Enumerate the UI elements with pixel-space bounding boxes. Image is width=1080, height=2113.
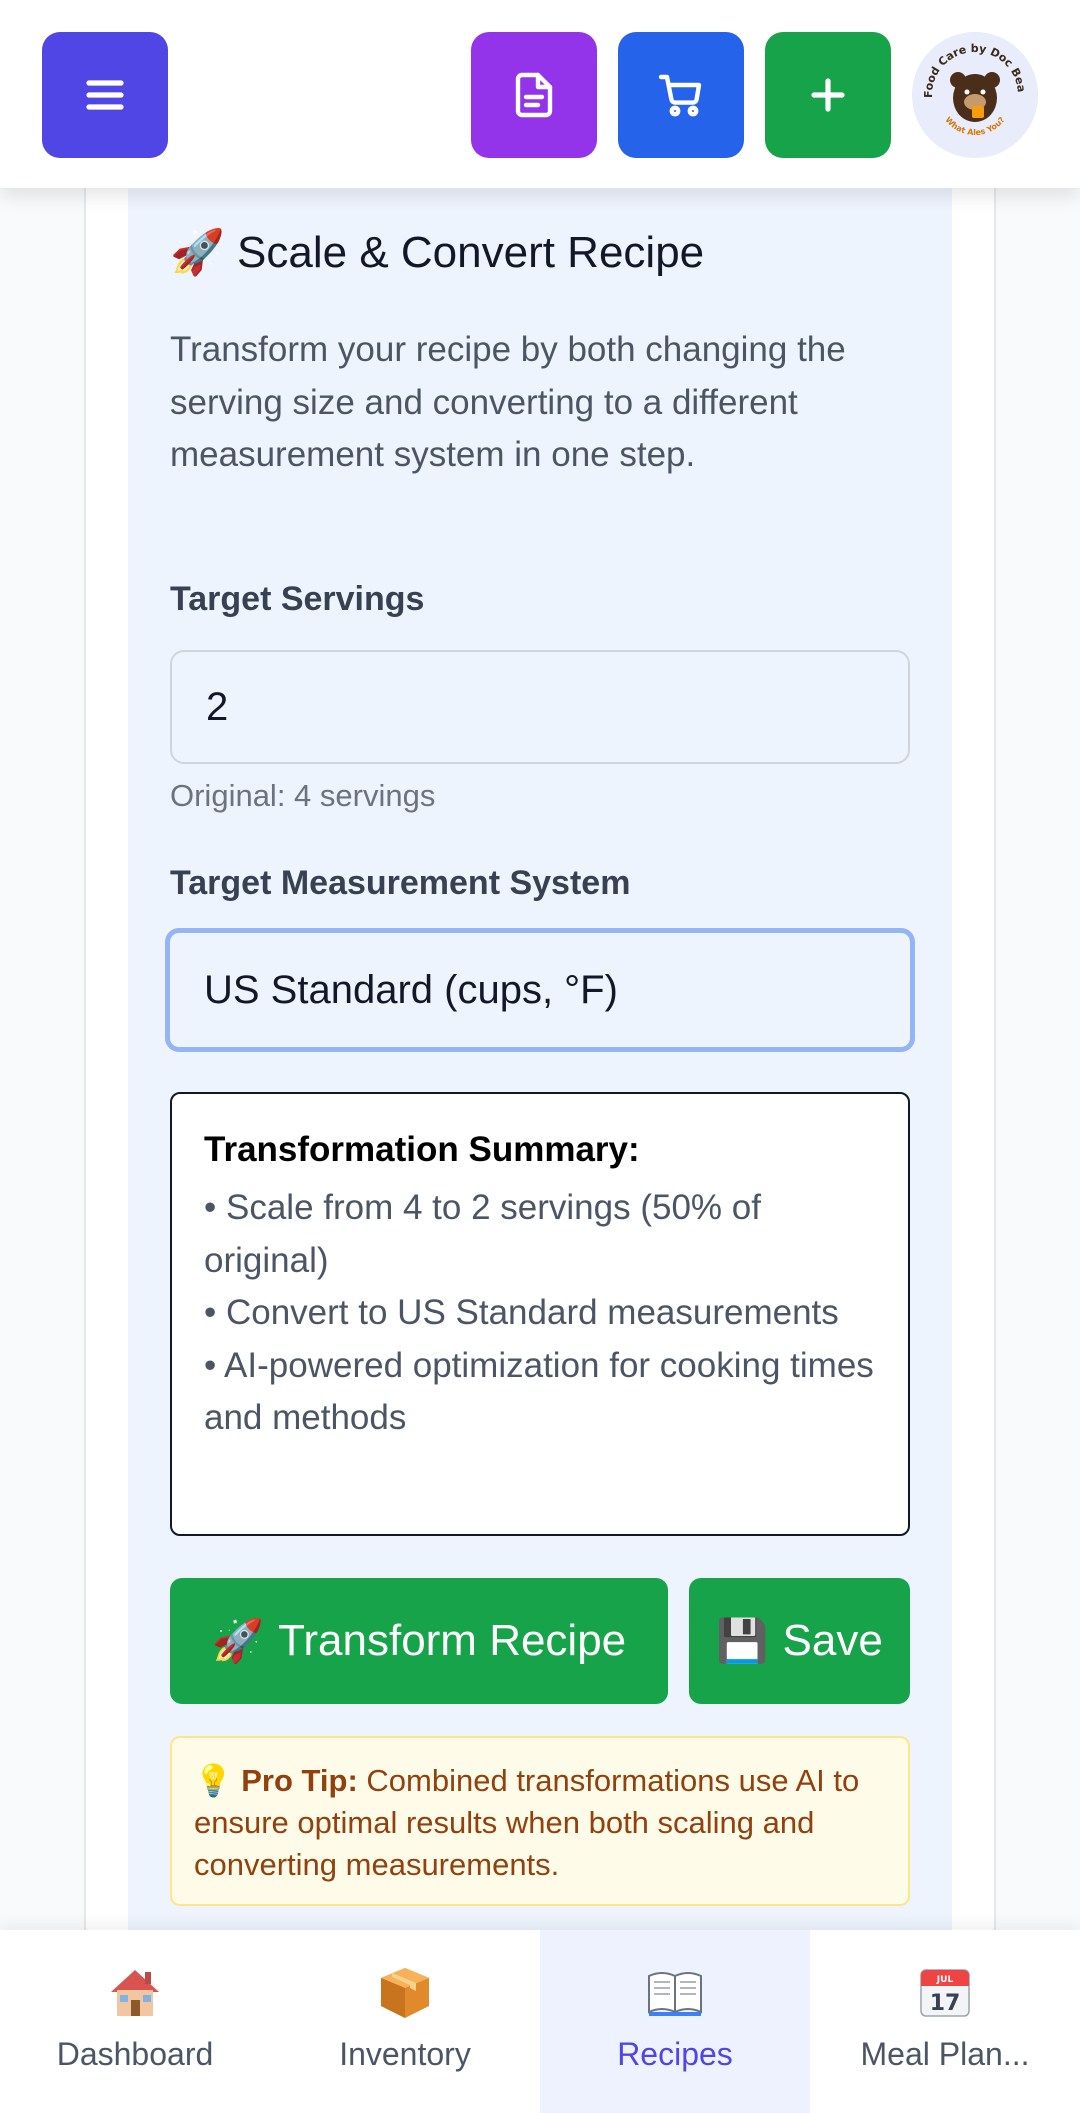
- nav-label-recipes: Recipes: [617, 2036, 733, 2072]
- plus-icon: [811, 78, 845, 112]
- open-book-icon: [645, 1962, 705, 2022]
- target-servings-label: Target Servings: [170, 580, 425, 618]
- nav-item-dashboard[interactable]: Dashboard: [0, 1930, 270, 2113]
- document-button[interactable]: [471, 32, 597, 158]
- top-header: Food Care by Doc Bear What Ales You?: [0, 0, 1080, 188]
- package-icon: [375, 1962, 435, 2022]
- hamburger-icon: [86, 80, 124, 110]
- summary-item-ai: • AI-powered optimization for cooking ti…: [204, 1345, 874, 1438]
- save-label: Save: [782, 1616, 883, 1665]
- summary-item-convert: • Convert to US Standard measurements: [204, 1293, 839, 1332]
- measurement-system-select[interactable]: US Standard (cups, °F): [165, 928, 915, 1052]
- pro-tip-box: 💡 Pro Tip: Combined transformations use …: [170, 1736, 910, 1906]
- rocket-icon: 🚀: [170, 228, 225, 277]
- floppy-disk-icon: 💾: [716, 1616, 769, 1664]
- nav-item-meal-plan[interactable]: JUL 17 Meal Plan...: [810, 1930, 1080, 2113]
- summary-title: Transformation Summary:: [204, 1130, 640, 1169]
- cart-button[interactable]: [618, 32, 744, 158]
- lightbulb-icon: 💡: [194, 1763, 233, 1798]
- rocket-icon: 🚀: [211, 1616, 265, 1664]
- measurement-system-label: Target Measurement System: [170, 864, 631, 902]
- save-button[interactable]: 💾 Save: [689, 1578, 910, 1704]
- nav-label-dashboard: Dashboard: [56, 2036, 214, 2072]
- section-title: 🚀 Scale & Convert Recipe: [170, 226, 704, 278]
- section-description: Transform your recipe by both changing t…: [170, 330, 846, 474]
- calendar-day: 17: [930, 1991, 961, 2016]
- house-icon: [105, 1962, 165, 2022]
- original-servings-hint: Original: 4 servings: [170, 778, 436, 813]
- add-button[interactable]: [765, 32, 891, 158]
- app-logo-avatar[interactable]: Food Care by Doc Bear What Ales You?: [912, 32, 1038, 158]
- document-icon: [515, 72, 553, 118]
- transform-recipe-button[interactable]: 🚀 Transform Recipe: [170, 1578, 668, 1704]
- transform-recipe-label: Transform Recipe: [278, 1616, 627, 1665]
- target-servings-input[interactable]: 2: [170, 650, 910, 764]
- menu-button[interactable]: [42, 32, 168, 158]
- calendar-icon: JUL 17: [915, 1962, 975, 2022]
- nav-label-meal-plan: Meal Plan...: [860, 2036, 1030, 2072]
- transformation-summary: Transformation Summary: • Scale from 4 t…: [170, 1092, 910, 1536]
- summary-item-scale: • Scale from 4 to 2 servings (50% of ori…: [204, 1188, 761, 1280]
- nav-item-inventory[interactable]: Inventory: [270, 1930, 540, 2113]
- pro-tip-label: Pro Tip:: [241, 1763, 358, 1798]
- bear-logo-icon: Food Care by Doc Bear What Ales You?: [912, 32, 1038, 158]
- cart-icon: [658, 74, 702, 117]
- bottom-nav: Dashboard Inventory Recipes JUL 17 Meal …: [0, 1930, 1080, 2113]
- nav-item-recipes[interactable]: Recipes: [540, 1930, 810, 2113]
- nav-label-inventory: Inventory: [339, 2036, 471, 2072]
- calendar-month: JUL: [936, 1975, 954, 1985]
- section-title-text: Scale & Convert Recipe: [237, 228, 705, 277]
